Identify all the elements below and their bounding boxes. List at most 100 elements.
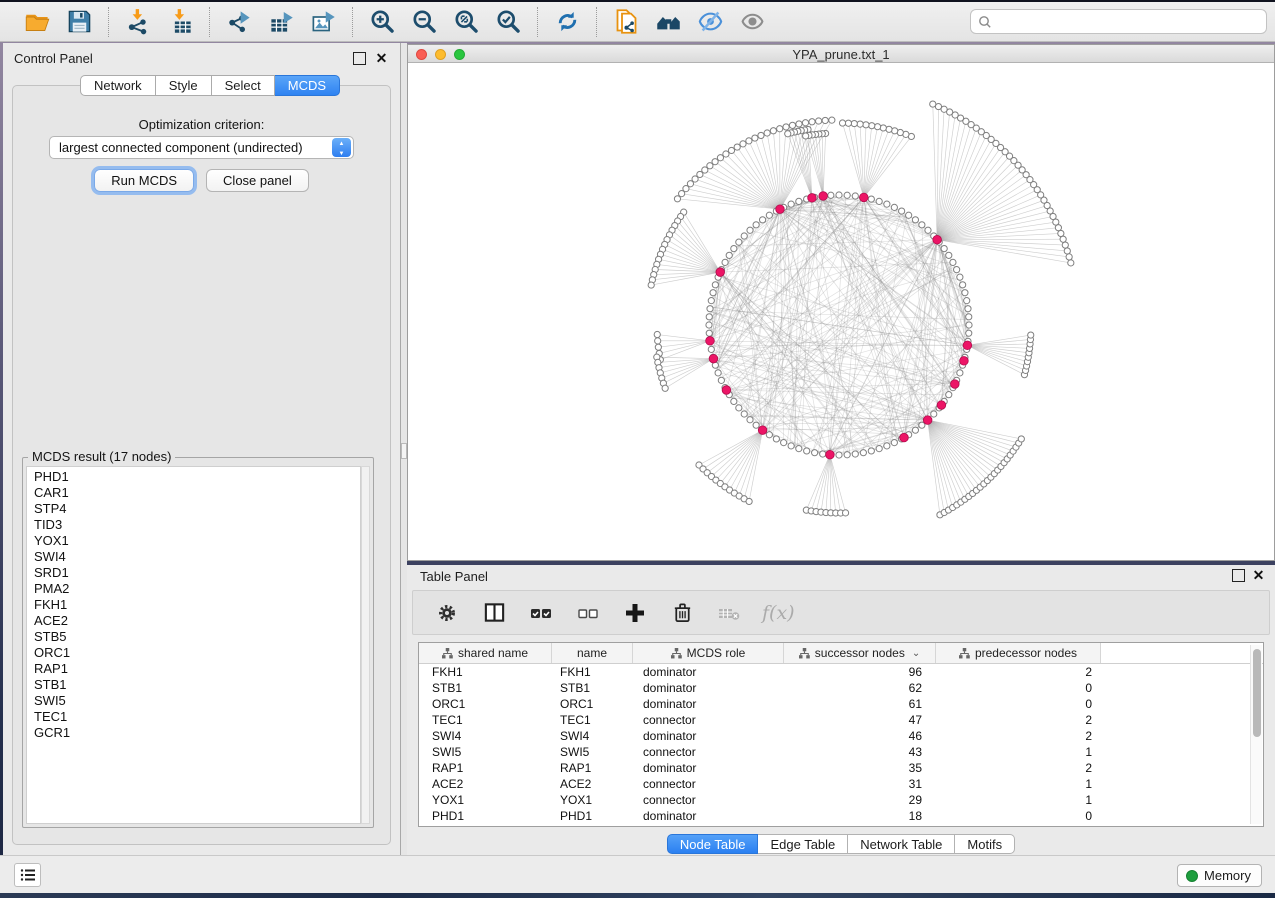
mcds-node-item[interactable]: YOX1 (27, 533, 360, 549)
mcds-hub-node[interactable] (963, 341, 972, 350)
mcds-node-item[interactable]: STB5 (27, 629, 360, 645)
network-node[interactable] (736, 405, 742, 411)
mcds-hub-node[interactable] (951, 380, 960, 389)
hide-graphics-button[interactable] (695, 7, 725, 37)
network-node[interactable] (891, 440, 897, 446)
table-row[interactable]: STB1STB1dominator620 (419, 680, 1250, 696)
network-node[interactable] (941, 245, 947, 251)
table-row[interactable]: SWI5SWI5connector431 (419, 744, 1250, 760)
mcds-node-item[interactable]: PHD1 (27, 469, 360, 485)
network-leaf-node[interactable] (880, 125, 886, 131)
network-node[interactable] (731, 245, 737, 251)
network-node[interactable] (712, 282, 718, 288)
mcds-hub-node[interactable] (960, 357, 969, 366)
table-row[interactable]: ORC1ORC1dominator610 (419, 696, 1250, 712)
network-node[interactable] (796, 198, 802, 204)
table-row[interactable]: TEC1TEC1connector472 (419, 712, 1250, 728)
mcds-hub-node[interactable] (826, 450, 835, 459)
mcds-hub-node[interactable] (722, 386, 731, 395)
mcds-node-item[interactable]: RAP1 (27, 661, 360, 677)
network-leaf-node[interactable] (1060, 236, 1066, 242)
open-file-button[interactable] (22, 7, 52, 37)
mcds-node-item[interactable]: SRD1 (27, 565, 360, 581)
network-node[interactable] (852, 451, 858, 457)
mcds-hub-node[interactable] (808, 194, 817, 203)
network-node[interactable] (876, 198, 882, 204)
network-node[interactable] (868, 448, 874, 454)
criterion-dropdown[interactable]: largest connected component (undirected)… (49, 136, 354, 159)
table-scrollbar-thumb[interactable] (1253, 649, 1261, 737)
network-leaf-node[interactable] (822, 117, 828, 123)
network-node[interactable] (747, 227, 753, 233)
network-node[interactable] (962, 290, 968, 296)
tab-edge-table[interactable]: Edge Table (758, 834, 848, 854)
network-node[interactable] (781, 440, 787, 446)
network-node[interactable] (804, 448, 810, 454)
show-column-panel-button[interactable] (480, 599, 508, 627)
network-leaf-node[interactable] (816, 118, 822, 124)
network-node[interactable] (966, 314, 972, 320)
network-node[interactable] (946, 392, 952, 398)
close-table-panel-icon[interactable]: ✕ (1252, 569, 1265, 582)
table-row[interactable]: FKH1FKH1dominator962 (419, 664, 1250, 680)
network-leaf-node[interactable] (655, 338, 661, 344)
network-leaf-node[interactable] (674, 196, 680, 202)
network-node[interactable] (759, 217, 765, 223)
network-leaf-node[interactable] (648, 282, 654, 288)
network-node[interactable] (912, 427, 918, 433)
network-leaf-node[interactable] (740, 141, 746, 147)
network-node[interactable] (957, 274, 963, 280)
network-leaf-node[interactable] (886, 126, 892, 132)
network-node[interactable] (753, 222, 759, 228)
column-header-predecessor-nodes[interactable]: predecessor nodes (936, 643, 1101, 663)
network-leaf-node[interactable] (796, 121, 802, 127)
network-leaf-node[interactable] (802, 120, 808, 126)
mcds-node-item[interactable]: GCR1 (27, 725, 360, 741)
import-table-button[interactable] (165, 7, 195, 37)
network-node[interactable] (708, 298, 714, 304)
mcds-node-item[interactable]: STP4 (27, 501, 360, 517)
network-node[interactable] (726, 252, 732, 258)
column-header-mcds-role[interactable]: MCDS role (633, 643, 784, 663)
network-node[interactable] (836, 452, 842, 458)
network-node[interactable] (960, 282, 966, 288)
network-leaf-node[interactable] (758, 132, 764, 138)
network-leaf-node[interactable] (863, 122, 869, 128)
clone-network-button[interactable] (611, 7, 641, 37)
mcds-list-scrollbar[interactable] (361, 466, 370, 824)
network-node[interactable] (919, 222, 925, 228)
create-column-button[interactable] (621, 599, 649, 627)
show-graphics-button[interactable] (737, 7, 767, 37)
network-node[interactable] (876, 446, 882, 452)
network-node[interactable] (828, 192, 834, 198)
network-canvas[interactable] (408, 64, 1274, 560)
network-leaf-node[interactable] (1066, 254, 1072, 260)
network-node[interactable] (796, 446, 802, 452)
mcds-node-item[interactable]: TID3 (27, 517, 360, 533)
network-node[interactable] (860, 450, 866, 456)
network-node[interactable] (931, 411, 937, 417)
export-image-button[interactable] (308, 7, 338, 37)
network-node[interactable] (788, 201, 794, 207)
mcds-node-item[interactable]: SWI4 (27, 549, 360, 565)
network-leaf-node[interactable] (785, 131, 791, 137)
tab-network-table[interactable]: Network Table (848, 834, 955, 854)
network-node[interactable] (957, 370, 963, 376)
network-node[interactable] (852, 193, 858, 199)
close-panel-button[interactable]: Close panel (206, 169, 309, 192)
network-node[interactable] (747, 417, 753, 423)
column-header-shared-name[interactable]: shared name (419, 643, 552, 663)
mcds-node-item[interactable]: SWI5 (27, 693, 360, 709)
mcds-node-item[interactable]: CAR1 (27, 485, 360, 501)
mcds-hub-node[interactable] (758, 426, 767, 435)
zoom-fit-button[interactable] (451, 7, 481, 37)
memory-button[interactable]: Memory (1177, 864, 1262, 887)
mcds-result-list[interactable]: PHD1CAR1STP4TID3YOX1SWI4SRD1PMA2FKH1ACE2… (26, 466, 361, 824)
network-node[interactable] (731, 398, 737, 404)
save-session-button[interactable] (64, 7, 94, 37)
network-leaf-node[interactable] (1062, 242, 1068, 248)
mcds-node-item[interactable]: ORC1 (27, 645, 360, 661)
zoom-out-button[interactable] (409, 7, 439, 37)
mcds-node-item[interactable]: PMA2 (27, 581, 360, 597)
network-node[interactable] (844, 452, 850, 458)
